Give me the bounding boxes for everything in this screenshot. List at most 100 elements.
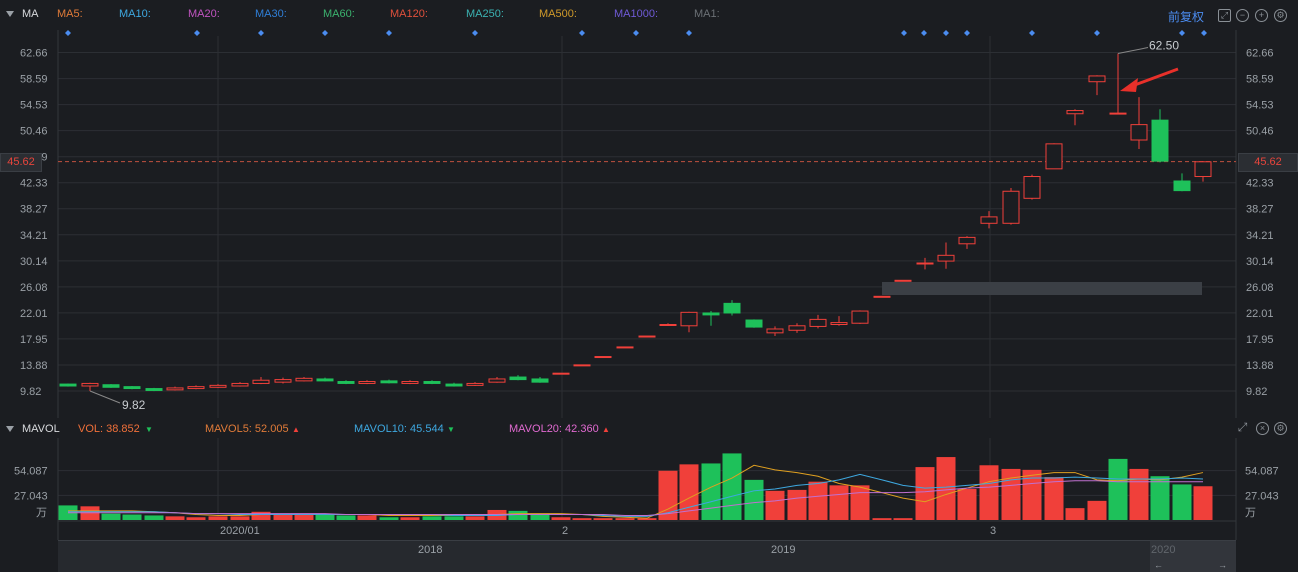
collapse-chevron-icon[interactable] (6, 11, 14, 17)
candle (788, 323, 806, 333)
volume-chart[interactable]: 54.087 54.087 27.043 27.043 万 万 2020/01 2 3 (0, 438, 1298, 540)
volume-bar (936, 457, 956, 520)
price-tick-left: 34.21 (20, 230, 48, 242)
candle (531, 377, 549, 383)
collapse-chevron-icon[interactable] (6, 426, 14, 432)
price-tick-right: 38.27 (1246, 204, 1274, 216)
price-tick-left: 42.33 (20, 178, 48, 190)
volume-bar (101, 513, 121, 520)
volume-bar (722, 453, 742, 520)
maximize-icon[interactable]: ⤢ (1218, 9, 1231, 22)
arrow-head-icon (1120, 78, 1138, 92)
candle (594, 356, 612, 359)
volume-bar (1044, 477, 1064, 520)
timeline-navigator[interactable]: 2018 2019 2020 ← → (58, 540, 1236, 572)
event-marker-icon (943, 30, 949, 36)
candle (466, 382, 484, 387)
plus-circle-icon[interactable]: + (1255, 9, 1268, 22)
minus-circle-icon[interactable]: − (1236, 9, 1249, 22)
candle-body (616, 346, 634, 349)
expand-icon[interactable]: ⤢ (1237, 421, 1248, 433)
volume-bar (1108, 458, 1128, 520)
candle (401, 380, 419, 385)
candle (1194, 161, 1212, 182)
candle-body (723, 302, 741, 314)
volume-bar (422, 516, 442, 520)
candle (916, 257, 934, 270)
settings-icon[interactable]: ⚙ (1274, 422, 1287, 435)
candle (1023, 174, 1041, 200)
volume-bar (530, 514, 550, 520)
candle-body (1002, 190, 1020, 224)
event-marker-icon (1179, 30, 1185, 36)
candle (958, 236, 976, 249)
ma-legend-bar: MA 前复权 ⤢ − + ⚙ MA5: MA10: MA20: MA30: MA60: M… (0, 0, 1298, 30)
adjust-button[interactable]: 前复权 (1168, 8, 1204, 25)
candle-body (659, 324, 677, 327)
candle-body (1173, 180, 1191, 192)
candle (123, 386, 141, 390)
volume-bar (893, 518, 913, 520)
candle (509, 375, 527, 381)
candle-body (187, 386, 205, 390)
close-icon[interactable]: × (1256, 422, 1269, 435)
candle (231, 382, 249, 387)
price-chart[interactable]: 62.66 62.66 58.59 58.59 54.53 54.53 50.46 50.46… (0, 30, 1298, 420)
candle-body (1066, 110, 1084, 115)
volume-bar (787, 489, 807, 520)
candle-body (209, 384, 227, 388)
volume-bar (444, 516, 464, 520)
volume-bar (357, 515, 377, 520)
event-marker-icon (194, 30, 200, 36)
volume-bar (1193, 486, 1213, 520)
date-label: 2020/01 (220, 525, 260, 537)
candle-body (916, 262, 934, 265)
price-tick-right: 9.82 (1246, 386, 1267, 398)
scroll-right-icon[interactable]: → (1218, 560, 1227, 570)
candle (830, 316, 848, 326)
candle-body (594, 356, 612, 359)
volume-unit-right: 万 (1245, 506, 1256, 519)
mavol5-value: MAVOL5: 52.005 (205, 423, 289, 435)
price-tick-right: 58.59 (1246, 74, 1274, 86)
event-marker-icon (1094, 30, 1100, 36)
candle (1151, 109, 1169, 163)
candle (616, 346, 634, 349)
candle (573, 364, 591, 367)
ma-legend-item: MA60: (323, 8, 355, 20)
volume-tick-right: 27.043 (1245, 490, 1279, 502)
down-arrow-icon: ▼ (145, 425, 153, 434)
price-tick-left: 17.95 (20, 334, 48, 346)
candle-body (337, 381, 355, 384)
candle-body (873, 295, 891, 298)
candle (81, 382, 99, 391)
candle (274, 377, 292, 384)
event-marker-icon (322, 30, 328, 36)
ma-legend-item: MA120: (390, 8, 428, 20)
candle (488, 377, 506, 383)
scroll-left-icon[interactable]: ← (1154, 560, 1163, 570)
candle (1066, 109, 1084, 126)
candle-body (830, 322, 848, 326)
volume-bar (850, 485, 870, 520)
price-tick-left: 58.59 (20, 74, 48, 86)
volume-bar (230, 516, 250, 520)
volume-header: MAVOL VOL: 38.852 ▼ MAVOL5: 52.005 ▲ MAV… (0, 420, 1298, 438)
candle (809, 314, 827, 329)
candle (1088, 75, 1106, 96)
candle (894, 279, 912, 282)
candle (209, 384, 227, 388)
candle-body (680, 311, 698, 327)
event-marker-icon (1029, 30, 1035, 36)
candle-body (1194, 161, 1212, 178)
volume-bar (186, 517, 206, 520)
event-marker-icon (921, 30, 927, 36)
candle-body (894, 279, 912, 282)
volume-bar (915, 467, 935, 520)
settings-icon[interactable]: ⚙ (1274, 9, 1287, 22)
highlight-band (882, 282, 1202, 295)
candle-body (937, 254, 955, 262)
event-marker-icon (386, 30, 392, 36)
year-label: 2019 (771, 544, 796, 556)
candle-body (401, 381, 419, 384)
